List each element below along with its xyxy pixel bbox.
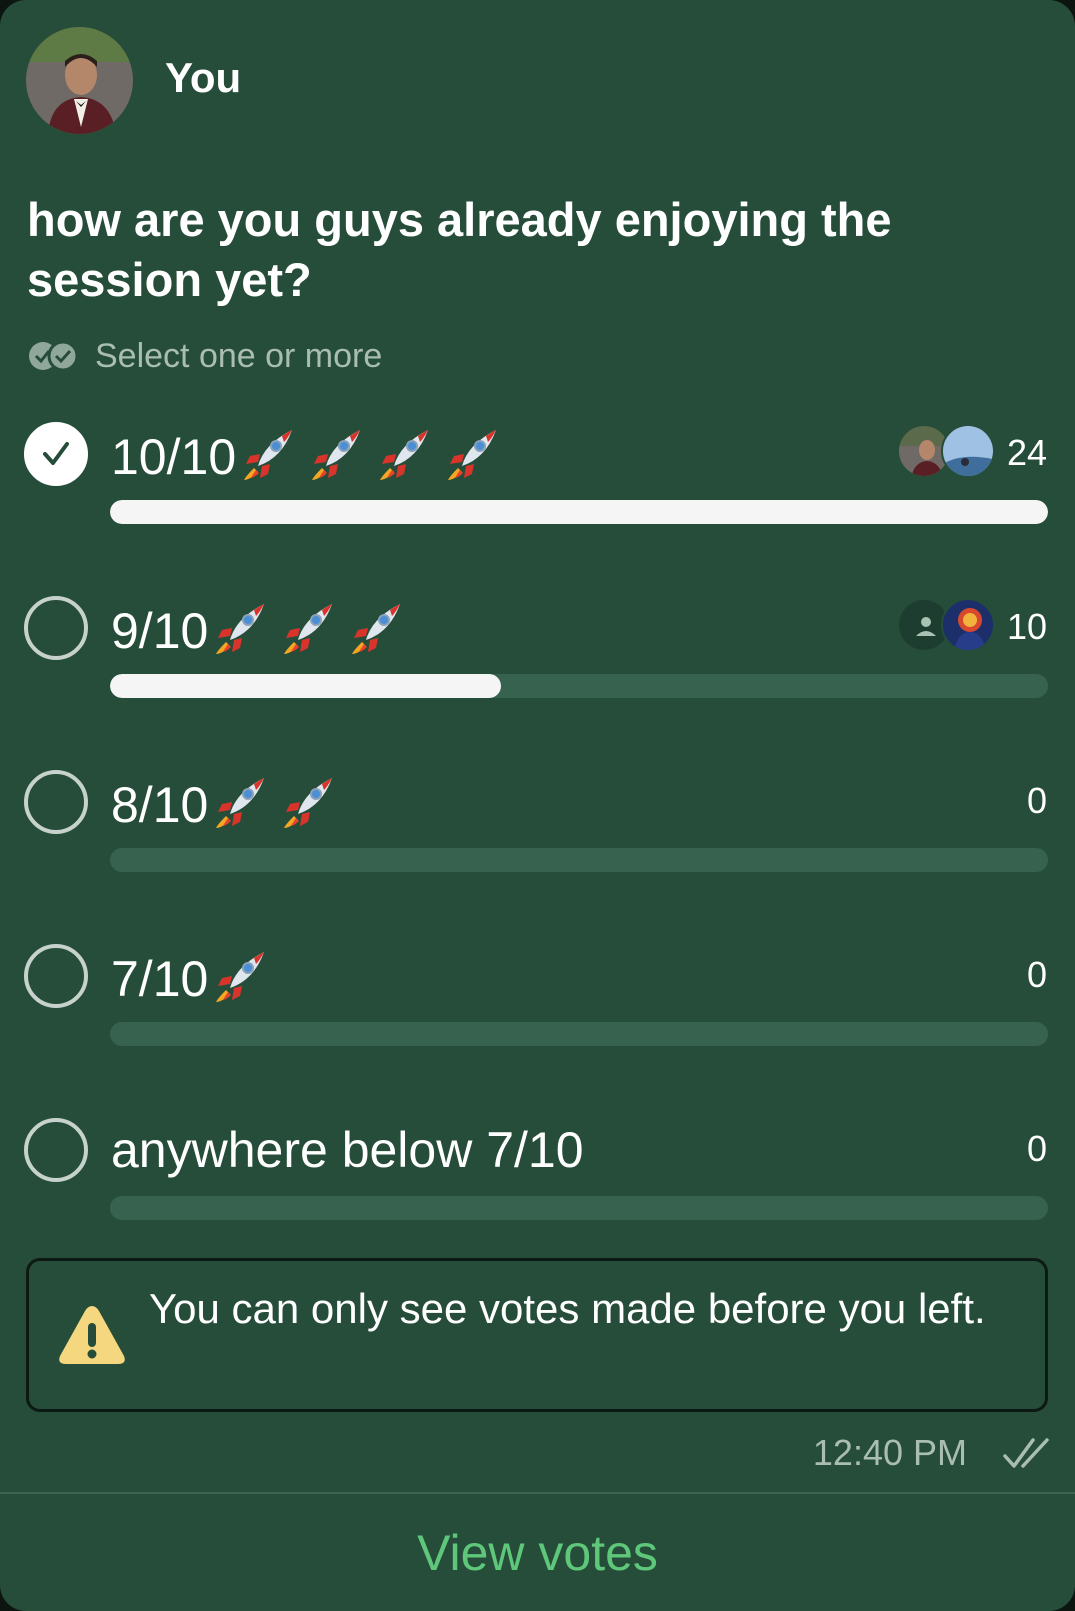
voter-landscape-photo-avatar [941, 424, 995, 478]
superhero-photo-icon [943, 600, 993, 650]
sender-name: You [165, 54, 242, 101]
option-label: 8/10 [111, 772, 340, 835]
rocket-emojis [212, 946, 272, 1006]
rocket-emojis [212, 772, 340, 832]
option-progress-track [110, 1196, 1048, 1220]
checkmark-icon [43, 442, 69, 465]
notice-text: You can only see votes made before you l… [149, 1285, 986, 1332]
option-checkbox[interactable] [24, 944, 88, 1008]
option-progress-fill [110, 500, 1048, 524]
option-vote-count: 24 [1006, 432, 1047, 473]
option-label: 10/10 [111, 424, 504, 487]
option-label: 9/10 [111, 598, 408, 661]
rocket-icon [244, 430, 293, 480]
poll-option-below-7[interactable]: anywhere below 7/10 0 [0, 1118, 1075, 1268]
rocket-icon [216, 778, 265, 828]
poll-hint: Select one or more [27, 334, 382, 378]
poll-hint-text: Select one or more [95, 336, 383, 375]
votes-visibility-notice: You can only see votes made before you l… [26, 1258, 1048, 1412]
option-label-text: 9/10 [111, 603, 209, 659]
rocket-icon [352, 604, 401, 654]
option-vote-count: 0 [1026, 780, 1047, 821]
rocket-icon [216, 952, 265, 1002]
option-label: 7/10 [111, 946, 272, 1009]
poll-message-bubble: You how are you guys already enjoying th… [0, 0, 1075, 1611]
sender-avatar[interactable] [26, 27, 133, 134]
rocket-icon [284, 778, 333, 828]
double-check-icon [1003, 1438, 1049, 1468]
option-checkbox[interactable] [24, 596, 88, 660]
landscape-photo-icon [943, 426, 993, 476]
rocket-icon [448, 430, 497, 480]
user-photo-icon [26, 27, 133, 134]
option-progress-track [110, 674, 1048, 698]
poll-option-10-of-10[interactable]: 10/10 24 [0, 422, 1075, 572]
option-checkbox[interactable] [24, 1118, 88, 1182]
option-checkbox-checked[interactable] [24, 422, 88, 486]
option-progress-track [110, 500, 1048, 524]
message-timestamp: 12:40 PM [812, 1432, 967, 1473]
rocket-emojis [240, 424, 504, 484]
rocket-emojis [212, 598, 408, 658]
option-vote-count: 10 [1006, 606, 1047, 647]
voter-superhero-photo-avatar [941, 598, 995, 652]
warning-icon [59, 1306, 125, 1364]
view-votes-button[interactable]: View votes [0, 1494, 1075, 1611]
option-voter-avatars[interactable] [897, 424, 995, 478]
poll-option-9-of-10[interactable]: 9/10 10 [0, 596, 1075, 746]
multi-check-icon [29, 340, 79, 372]
rocket-icon [284, 604, 333, 654]
option-vote-count: 0 [1026, 954, 1047, 995]
rocket-icon [380, 430, 429, 480]
poll-option-8-of-10[interactable]: 8/10 0 [0, 770, 1075, 920]
option-label-text: anywhere below 7/10 [111, 1122, 584, 1178]
option-label-text: 10/10 [111, 429, 237, 485]
rocket-icon [312, 430, 361, 480]
option-progress-track [110, 848, 1048, 872]
option-vote-count: 0 [1026, 1128, 1047, 1169]
option-label-text: 8/10 [111, 777, 209, 833]
option-progress-fill [110, 674, 502, 698]
option-label: anywhere below 7/10 [111, 1120, 588, 1180]
option-checkbox[interactable] [24, 770, 88, 834]
option-progress-track [110, 1022, 1048, 1046]
poll-question: how are you guys already enjoying the se… [27, 193, 892, 306]
rocket-icon [216, 604, 265, 654]
option-label-text: 7/10 [111, 951, 209, 1007]
poll-option-7-of-10[interactable]: 7/10 0 [0, 944, 1075, 1094]
option-voter-avatars[interactable] [897, 598, 995, 652]
